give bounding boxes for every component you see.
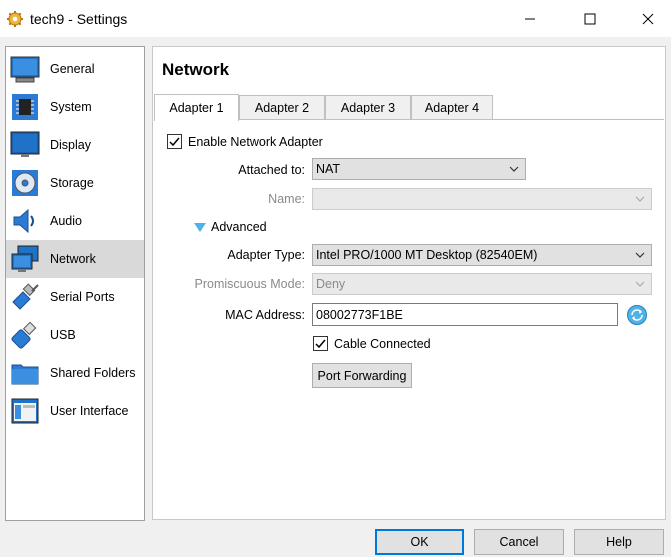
sidebar-item-storage[interactable]: Storage bbox=[6, 164, 144, 202]
sidebar-item-display[interactable]: Display bbox=[6, 126, 144, 164]
gear-icon bbox=[6, 10, 24, 28]
sidebar-item-user-interface[interactable]: User Interface bbox=[6, 392, 144, 430]
close-icon bbox=[642, 13, 654, 24]
adapter-type-value: Intel PRO/1000 MT Desktop (82540EM) bbox=[316, 248, 538, 262]
maximize-button[interactable] bbox=[567, 0, 613, 37]
settings-content: Network Adapter 1 Adapter 2 Adapter 3 Ad… bbox=[152, 46, 666, 520]
name-select[interactable] bbox=[312, 188, 652, 210]
promiscuous-mode-select[interactable]: Deny bbox=[312, 273, 652, 295]
chevron-down-icon bbox=[635, 196, 645, 202]
mac-address-label: MAC Address: bbox=[225, 308, 305, 322]
check-icon bbox=[315, 339, 326, 349]
chevron-down-icon bbox=[509, 166, 519, 172]
enable-adapter-label: Enable Network Adapter bbox=[188, 135, 323, 149]
chevron-down-icon bbox=[635, 252, 645, 258]
enable-adapter-checkbox[interactable] bbox=[167, 134, 182, 149]
chip-icon bbox=[10, 92, 40, 122]
sidebar-item-audio[interactable]: Audio bbox=[6, 202, 144, 240]
attached-to-value: NAT bbox=[316, 162, 341, 176]
folder-icon bbox=[10, 358, 40, 388]
settings-sidebar: General System Display Storage Audio Net… bbox=[5, 46, 145, 521]
title-bar: tech9 - Settings bbox=[0, 0, 671, 37]
ui-icon bbox=[10, 396, 40, 426]
promiscuous-mode-label: Promiscuous Mode: bbox=[194, 277, 305, 291]
cable-connected-label: Cable Connected bbox=[334, 337, 431, 351]
sidebar-item-label: Display bbox=[50, 138, 91, 152]
mac-address-input[interactable]: 08002773F1BE bbox=[312, 303, 618, 326]
network-icon bbox=[10, 244, 40, 274]
sidebar-item-label: Audio bbox=[50, 214, 82, 228]
speaker-icon bbox=[10, 206, 40, 236]
tab-adapter-3[interactable]: Adapter 3 bbox=[325, 95, 411, 119]
refresh-icon bbox=[627, 305, 647, 325]
usb-icon bbox=[10, 320, 40, 350]
tab-adapter-1[interactable]: Adapter 1 bbox=[154, 94, 239, 121]
close-button[interactable] bbox=[625, 0, 671, 37]
sidebar-item-system[interactable]: System bbox=[6, 88, 144, 126]
advanced-toggle-label[interactable]: Advanced bbox=[211, 219, 267, 235]
sidebar-item-label: Storage bbox=[50, 176, 94, 190]
port-forwarding-button[interactable]: Port Forwarding bbox=[312, 363, 412, 388]
check-icon bbox=[169, 137, 180, 147]
minimize-button[interactable] bbox=[507, 0, 553, 37]
ok-button[interactable]: OK bbox=[375, 529, 464, 555]
promiscuous-mode-value: Deny bbox=[316, 277, 346, 291]
sidebar-item-serial-ports[interactable]: Serial Ports bbox=[6, 278, 144, 316]
chevron-down-icon bbox=[635, 281, 645, 287]
expand-triangle-icon[interactable] bbox=[194, 223, 206, 233]
help-button[interactable]: Help bbox=[574, 529, 664, 555]
sidebar-item-label: System bbox=[50, 100, 92, 114]
adapter-type-label: Adapter Type: bbox=[227, 248, 305, 262]
name-label: Name: bbox=[268, 192, 305, 206]
attached-to-select[interactable]: NAT bbox=[312, 158, 526, 180]
sidebar-item-shared-folders[interactable]: Shared Folders bbox=[6, 354, 144, 392]
sidebar-item-label: Serial Ports bbox=[50, 290, 115, 304]
cancel-button[interactable]: Cancel bbox=[474, 529, 564, 555]
sidebar-item-label: Network bbox=[50, 252, 96, 266]
attached-to-label: Attached to: bbox=[238, 163, 305, 177]
disk-icon bbox=[10, 168, 40, 198]
window-title: tech9 - Settings bbox=[30, 10, 128, 27]
sidebar-item-label: USB bbox=[50, 328, 76, 342]
sidebar-item-label: User Interface bbox=[50, 404, 129, 418]
sidebar-item-network[interactable]: Network bbox=[6, 240, 144, 278]
tab-adapter-4[interactable]: Adapter 4 bbox=[411, 95, 493, 119]
generate-mac-button[interactable] bbox=[626, 304, 648, 326]
sidebar-item-label: Shared Folders bbox=[50, 366, 136, 380]
tab-adapter-2[interactable]: Adapter 2 bbox=[239, 95, 325, 119]
maximize-icon bbox=[584, 13, 596, 24]
adapter-tab-pane: Enable Network Adapter Attached to: NAT … bbox=[154, 119, 664, 519]
sidebar-item-usb[interactable]: USB bbox=[6, 316, 144, 354]
cable-connected-checkbox[interactable] bbox=[313, 336, 328, 351]
sidebar-item-general[interactable]: General bbox=[6, 50, 144, 88]
minimize-icon bbox=[525, 18, 535, 19]
sidebar-item-label: General bbox=[50, 62, 95, 76]
monitor-icon bbox=[10, 130, 40, 160]
serial-port-icon bbox=[10, 282, 40, 312]
adapter-type-select[interactable]: Intel PRO/1000 MT Desktop (82540EM) bbox=[312, 244, 652, 266]
general-icon bbox=[10, 54, 40, 84]
page-title: Network bbox=[162, 60, 230, 79]
